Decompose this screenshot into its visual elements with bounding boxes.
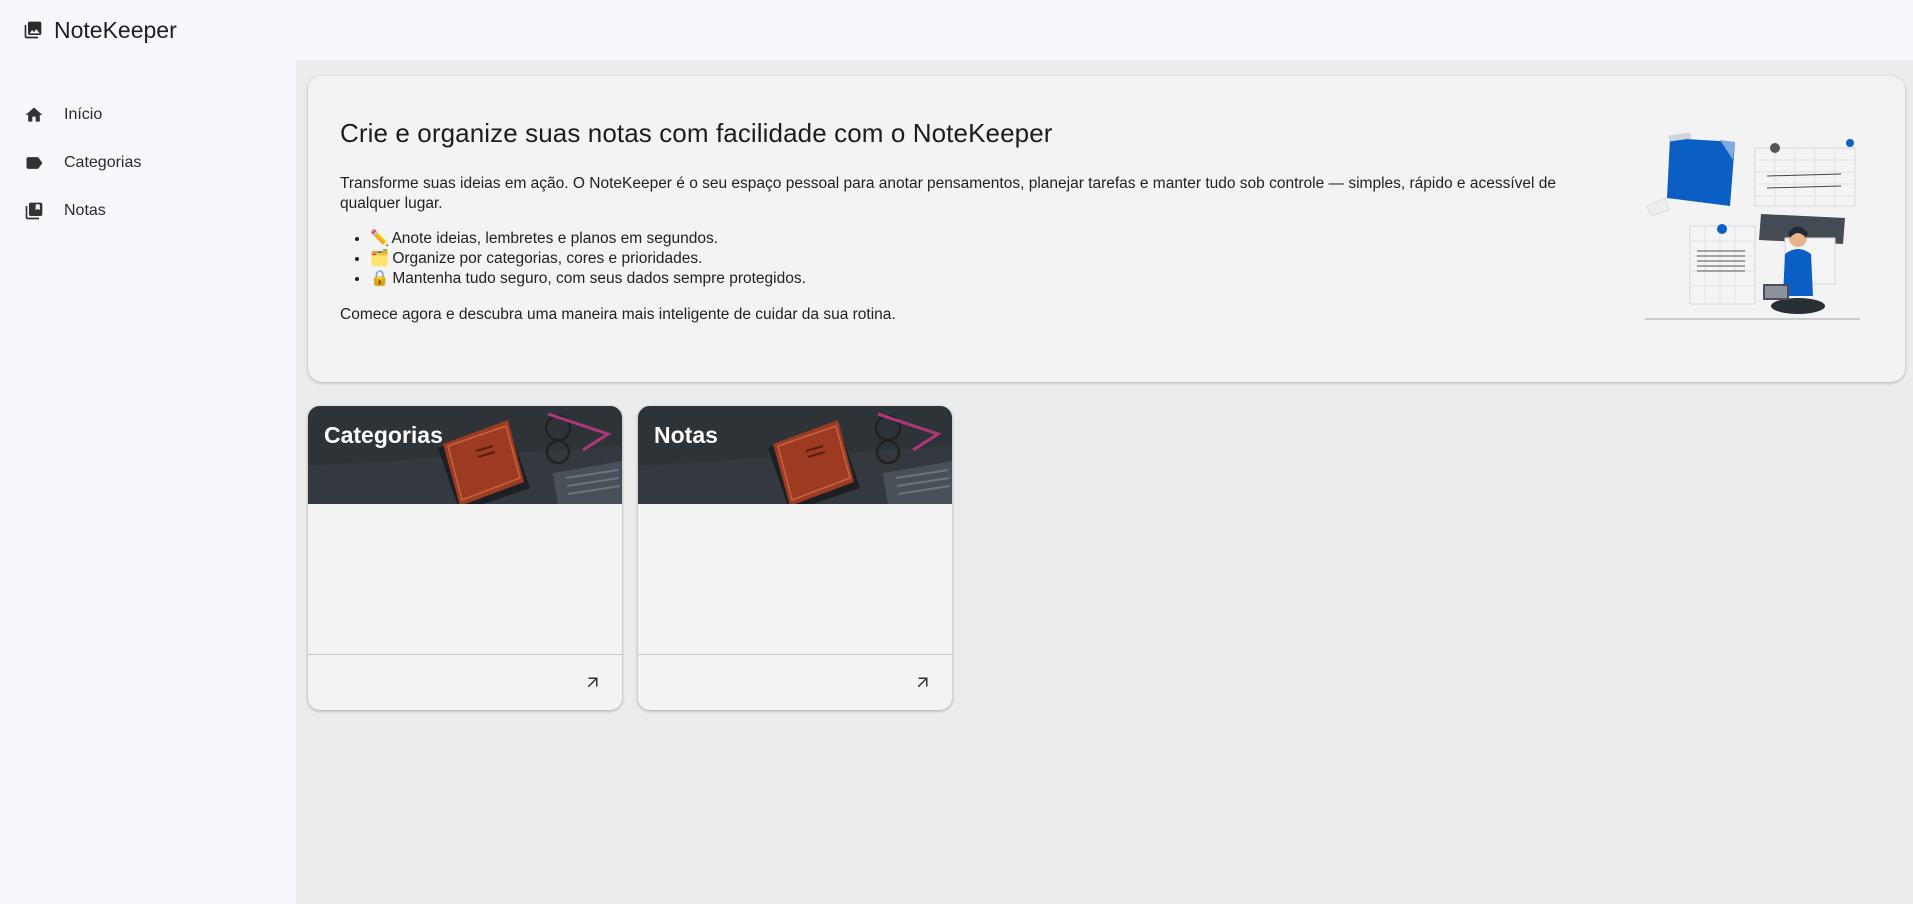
card-banner — [638, 406, 952, 504]
sidebar-item-label: Notas — [64, 202, 106, 219]
card-title: Categorias — [324, 422, 443, 448]
list-item: 🗂️ Organize por categorias, cores e prio… — [370, 249, 806, 269]
list-item: 🔒 Mantenha tudo seguro, com seus dados s… — [370, 269, 806, 289]
welcome-panel: Crie e organize suas notas com facilidad… — [308, 76, 1905, 382]
sidebar-item-label: Início — [64, 106, 103, 123]
list-item: ✏️ Anote ideias, lembretes e planos em s… — [370, 229, 806, 249]
feature-list: ✏️ Anote ideias, lembretes e planos em s… — [362, 229, 806, 289]
arrow-outward-icon[interactable] — [582, 671, 604, 693]
sidebar-item-label: Categorias — [64, 154, 142, 171]
app-bar: NoteKeeper — [0, 0, 1913, 60]
card-notas[interactable]: Notas — [638, 406, 952, 710]
outro-text: Comece agora e descubra uma maneira mais… — [340, 306, 896, 323]
card-divider — [308, 654, 622, 655]
main-content: Crie e organize suas notas com facilidad… — [296, 60, 1913, 904]
sidebar: Início Categorias Notas — [0, 60, 296, 904]
arrow-outward-icon[interactable] — [912, 671, 934, 693]
pencil-icon: ✏️ — [370, 230, 390, 247]
sidebar-item-inicio[interactable]: Início — [0, 91, 296, 139]
sidebar-item-categorias[interactable]: Categorias — [0, 139, 296, 187]
card-banner — [308, 406, 622, 504]
card-title: Notas — [654, 422, 718, 448]
label-icon — [22, 151, 46, 175]
card-categorias[interactable]: Categorias — [308, 406, 622, 710]
card-divider — [638, 654, 952, 655]
app-title: NoteKeeper — [54, 16, 177, 43]
lock-icon: 🔒 — [370, 270, 390, 287]
intro-text: Transforme suas ideias em ação. O NoteKe… — [340, 175, 1556, 212]
page-title: Crie e organize suas notas com facilidad… — [340, 118, 1053, 148]
notes-board-illustration — [1645, 126, 1860, 326]
folder-icon: 🗂️ — [370, 250, 390, 267]
library-books-icon — [22, 199, 46, 223]
home-icon — [22, 103, 46, 127]
photo-library-icon — [22, 19, 44, 41]
sidebar-item-notas[interactable]: Notas — [0, 187, 296, 235]
